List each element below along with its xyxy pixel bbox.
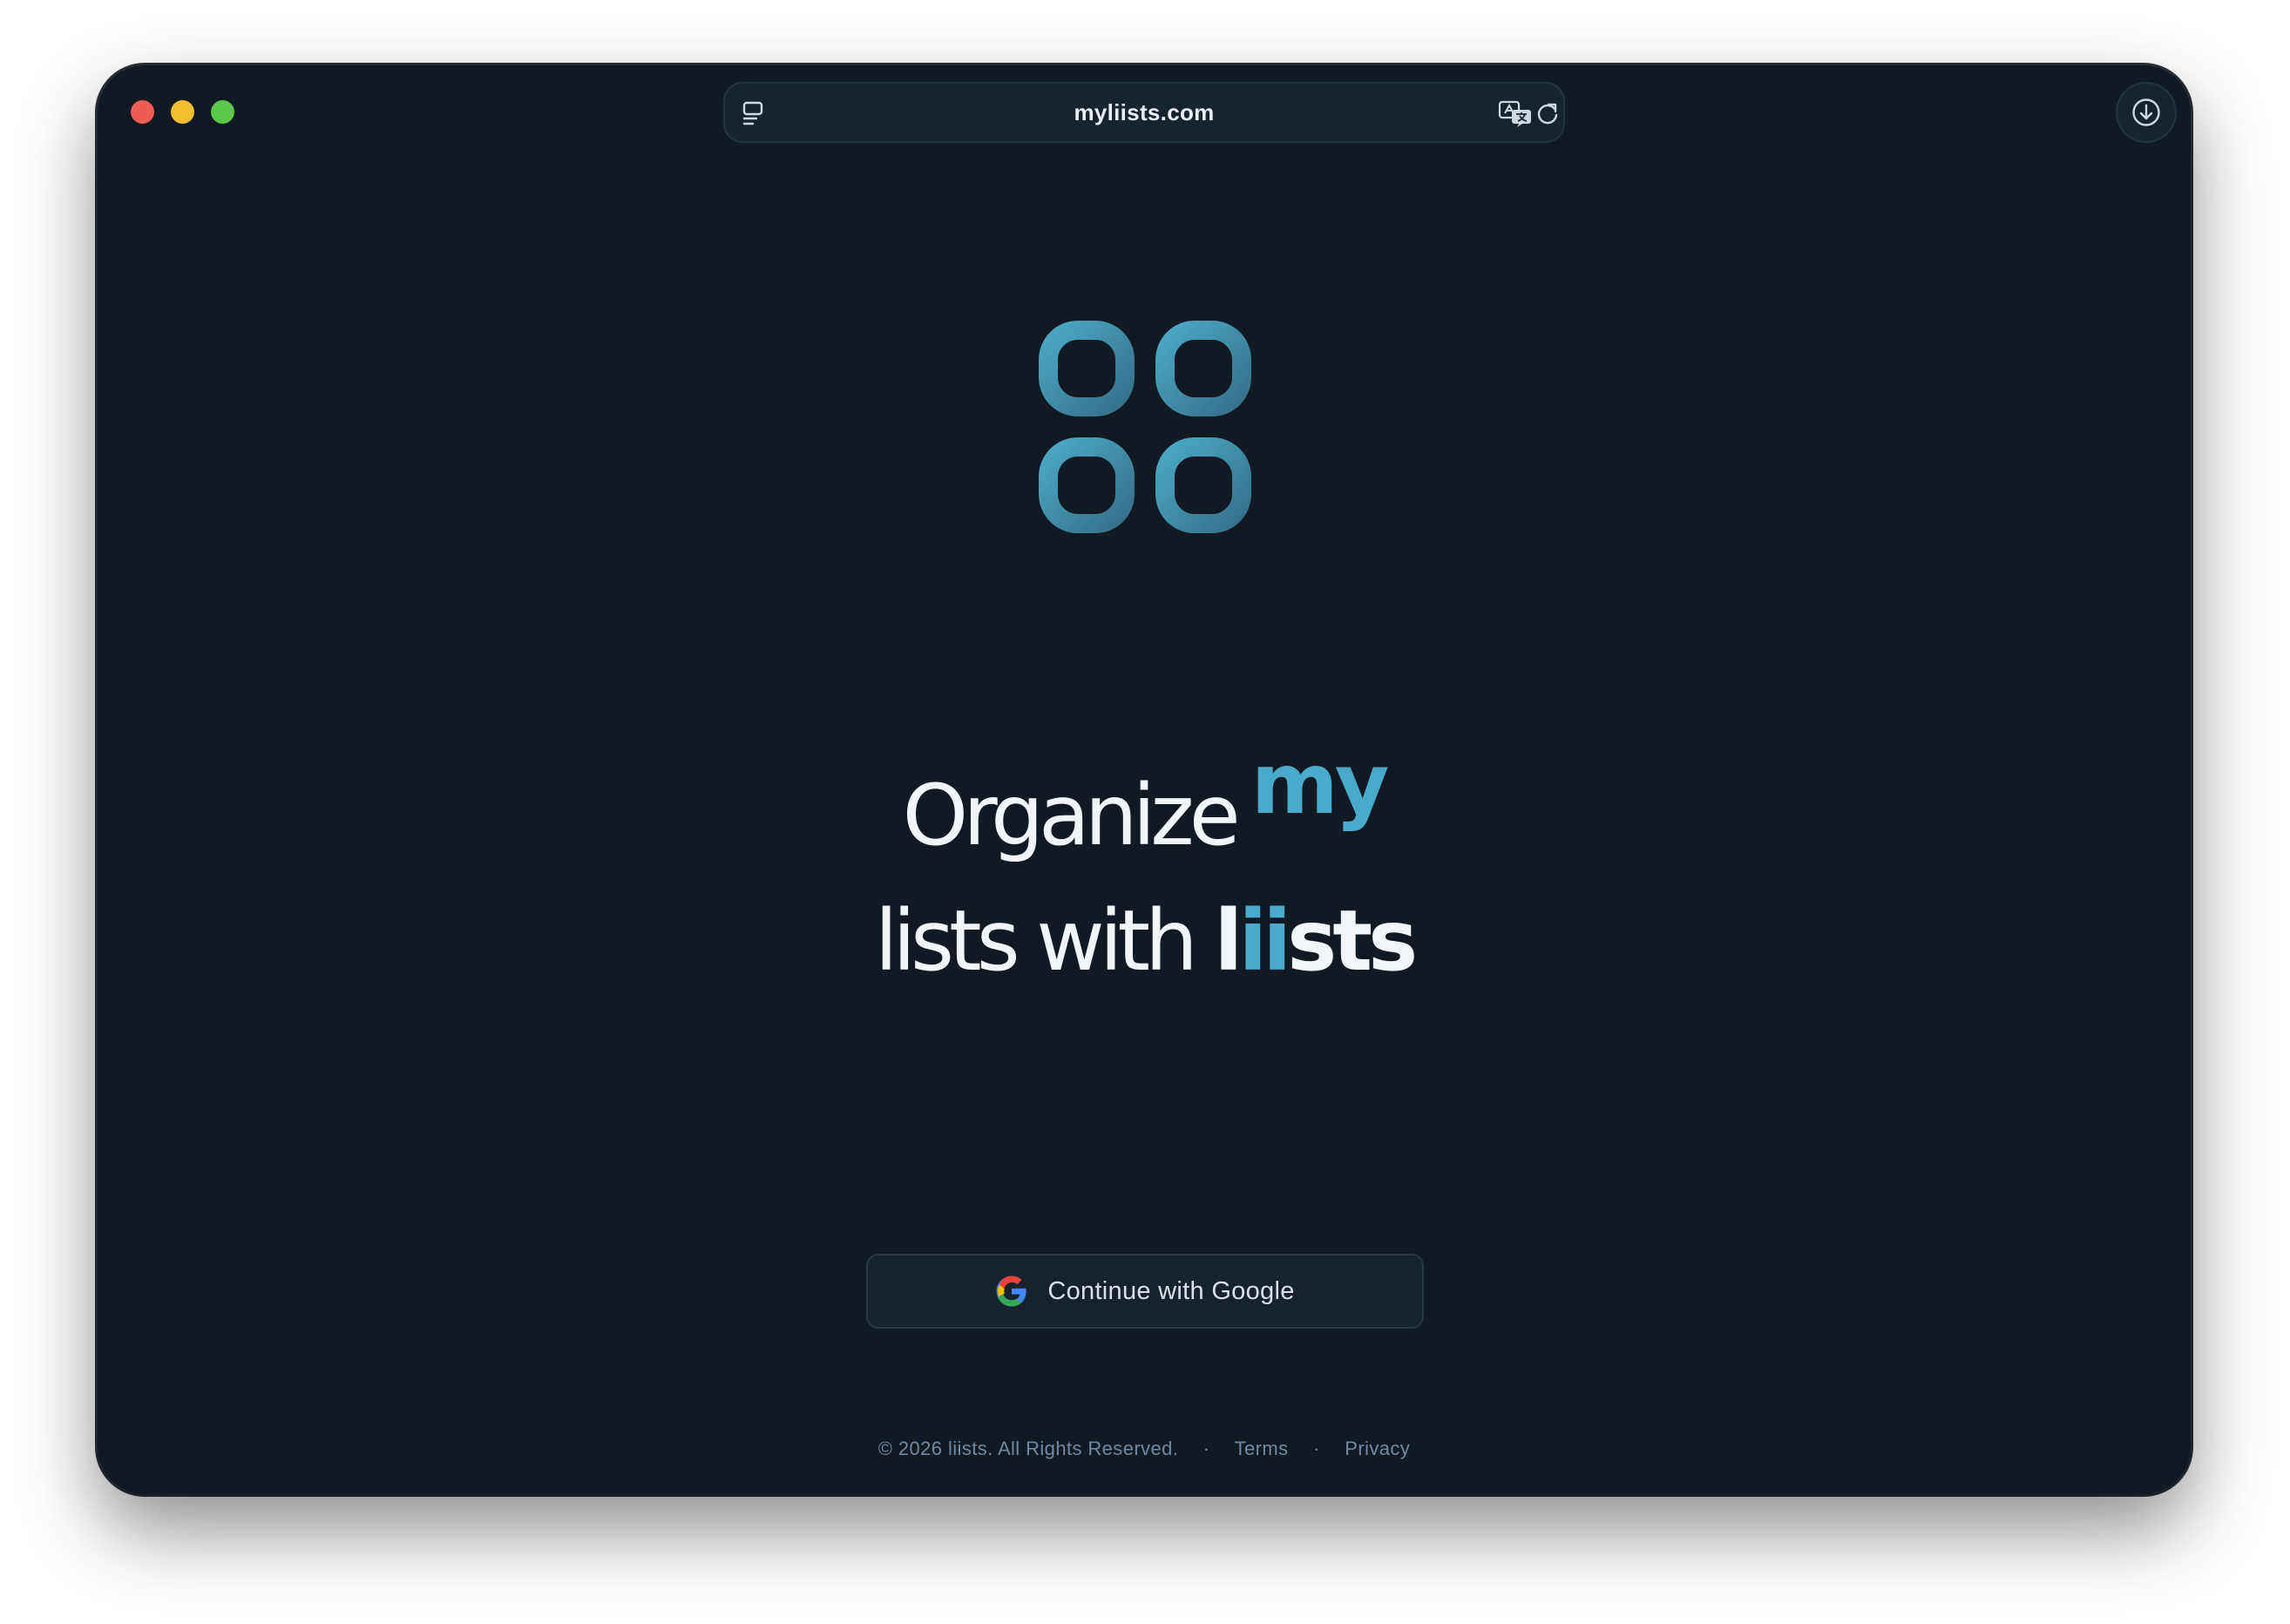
footer-separator: ·	[1203, 1438, 1210, 1459]
headline-accent-my: my	[1250, 735, 1390, 834]
translate-icon[interactable]	[1498, 100, 1533, 128]
url-text[interactable]: myliists.com	[725, 84, 1563, 141]
downloads-button[interactable]	[2116, 82, 2177, 143]
brand-accent: ii	[1238, 892, 1291, 991]
brand-end: sts	[1287, 892, 1418, 991]
footer-privacy-link[interactable]: Privacy	[1345, 1438, 1410, 1459]
google-g-icon	[996, 1276, 1026, 1307]
liists-logo-icon	[1039, 321, 1251, 533]
hero-headline: Organize my lists with liists	[98, 735, 2191, 1004]
close-window-button[interactable]	[131, 100, 154, 124]
google-button-label: Continue with Google	[1047, 1276, 1295, 1305]
minimize-window-button[interactable]	[171, 100, 194, 124]
footer-terms-link[interactable]: Terms	[1235, 1438, 1289, 1459]
headline-line-2: lists with liists	[98, 878, 2191, 1004]
maximize-window-button[interactable]	[211, 100, 234, 124]
headline-line-1: Organize my	[98, 735, 2191, 878]
headline-organize: Organize	[902, 767, 1241, 865]
brand-start: l	[1214, 892, 1243, 991]
headline-brand: liists	[1214, 892, 1418, 991]
address-bar[interactable]: myliists.com	[723, 82, 1565, 143]
headline-lists-with: lists with	[874, 892, 1215, 991]
continue-with-google-button[interactable]: Continue with Google	[866, 1254, 1424, 1329]
footer: © 2026 liists. All Rights Reserved. · Te…	[98, 1438, 2191, 1460]
download-icon	[2132, 98, 2160, 126]
footer-copyright: © 2026 liists. All Rights Reserved.	[877, 1438, 1179, 1459]
footer-separator: ·	[1313, 1438, 1320, 1459]
reload-icon[interactable]	[1535, 101, 1560, 125]
browser-window: myliists.com Organize my lists with liis…	[98, 65, 2191, 1494]
window-controls	[131, 100, 234, 124]
